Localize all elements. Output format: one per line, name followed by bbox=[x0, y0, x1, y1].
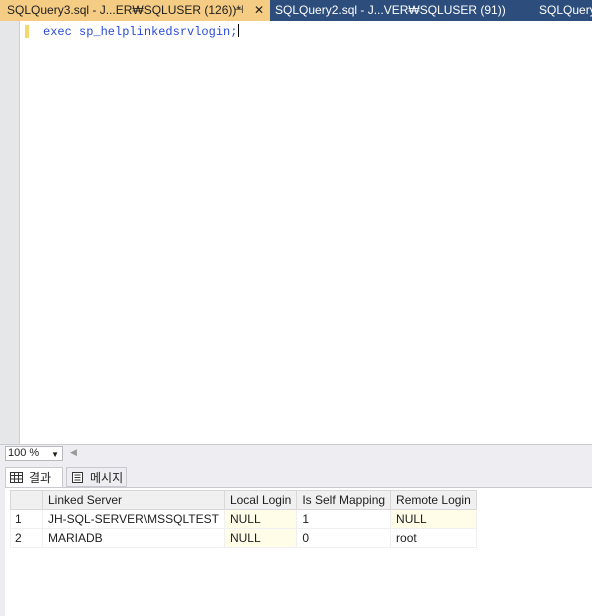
document-tab-bar: SQLQuery3.sql - J...ER₩SQLUSER (126))* ⊣… bbox=[0, 0, 592, 21]
tab-label: SQLQuery3.sql - J...ER₩SQLUSER (126))* bbox=[7, 3, 242, 17]
code-line[interactable]: exec sp_helplinkedsrvlogin; bbox=[43, 24, 240, 39]
tab-sqlquery3[interactable]: SQLQuery3.sql - J...ER₩SQLUSER (126))* ⊣… bbox=[0, 0, 270, 21]
row-number[interactable]: 1 bbox=[10, 509, 43, 529]
tab-results[interactable]: 결과 bbox=[5, 467, 63, 488]
cell-remote-login[interactable]: root bbox=[390, 528, 477, 548]
tab-sqlquery2[interactable]: SQLQuery2.sql - J...VER₩SQLUSER (91)) bbox=[270, 0, 520, 21]
chevron-down-icon[interactable]: ▼ bbox=[51, 448, 59, 461]
table-row[interactable]: 1 JH-SQL-SERVER\MSSQLTEST NULL 1 NULL bbox=[10, 509, 477, 529]
cell-linked-server[interactable]: MARIADB bbox=[42, 528, 225, 548]
grid-header-row: Linked Server Local Login Is Self Mappin… bbox=[10, 490, 477, 510]
change-marker bbox=[25, 25, 29, 38]
grid-corner[interactable] bbox=[10, 490, 43, 510]
query-editor[interactable]: exec sp_helplinkedsrvlogin; bbox=[0, 21, 592, 444]
column-header[interactable]: Linked Server bbox=[42, 490, 225, 510]
editor-gutter bbox=[0, 21, 20, 444]
zoom-select[interactable]: 100 % ▼ bbox=[5, 446, 63, 461]
tab-label: SQLQuery2.sql - J...VER₩SQLUSER (91)) bbox=[275, 3, 506, 17]
results-panel: Linked Server Local Login Is Self Mappin… bbox=[5, 487, 592, 616]
column-header[interactable]: Local Login bbox=[223, 490, 298, 510]
tab-messages-label: 메시지 bbox=[90, 471, 124, 485]
table-row[interactable]: 2 MARIADB NULL 0 root bbox=[10, 528, 477, 548]
zoom-value: 100 % bbox=[8, 447, 40, 459]
tab-label: SQLQuery bbox=[539, 3, 592, 17]
cell-is-self-mapping[interactable]: 1 bbox=[296, 509, 392, 529]
message-icon bbox=[72, 472, 83, 483]
row-number[interactable]: 2 bbox=[10, 528, 43, 548]
grid-icon bbox=[10, 472, 23, 483]
cell-local-login[interactable]: NULL bbox=[223, 528, 298, 548]
text-caret bbox=[238, 24, 240, 37]
cell-local-login[interactable]: NULL bbox=[223, 509, 298, 529]
result-tabs: 결과 메시지 bbox=[0, 464, 592, 488]
tab-messages[interactable]: 메시지 bbox=[66, 467, 127, 487]
results-grid: Linked Server Local Login Is Self Mappin… bbox=[10, 490, 477, 548]
column-header[interactable]: Remote Login bbox=[390, 490, 477, 510]
close-icon[interactable]: ✕ bbox=[254, 0, 264, 21]
tab-results-label: 결과 bbox=[29, 471, 52, 485]
code-text: exec sp_helplinkedsrvlogin; bbox=[43, 25, 238, 39]
cell-remote-login[interactable]: NULL bbox=[390, 509, 477, 529]
column-header[interactable]: Is Self Mapping bbox=[296, 490, 392, 510]
cell-is-self-mapping[interactable]: 0 bbox=[296, 528, 392, 548]
pin-icon[interactable]: ⊣ bbox=[234, 0, 244, 21]
cell-linked-server[interactable]: JH-SQL-SERVER\MSSQLTEST bbox=[42, 509, 225, 529]
divider bbox=[0, 444, 592, 445]
tab-sqlquery-overflow[interactable]: SQLQuery bbox=[534, 0, 592, 21]
scroll-left-icon[interactable]: ◀ bbox=[70, 447, 77, 458]
